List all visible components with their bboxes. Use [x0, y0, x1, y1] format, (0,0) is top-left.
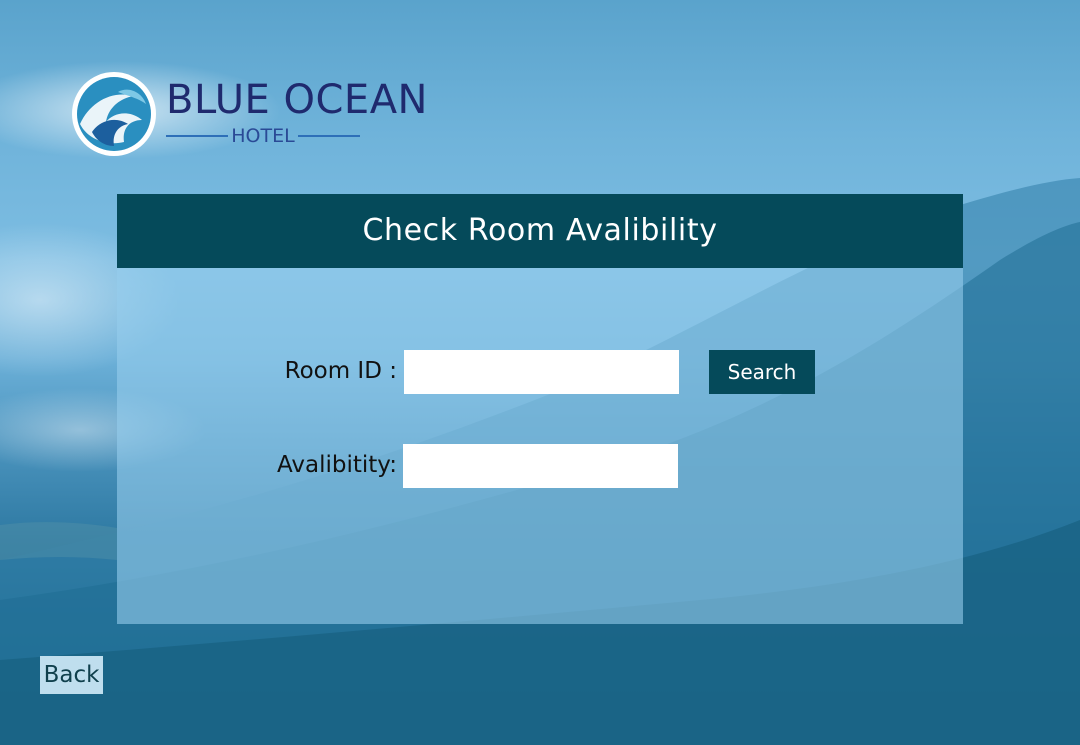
brand-subtitle-row: HOTEL: [166, 124, 360, 148]
availability-label: Avalibitity:: [277, 452, 397, 478]
brand-divider-right: [298, 135, 360, 137]
hotel-logo: BLUE OCEAN HOTEL: [72, 72, 452, 162]
room-availability-panel: Check Room Avalibility Room ID : Search …: [117, 194, 963, 624]
brand-name: BLUE OCEAN: [166, 77, 428, 123]
room-id-input[interactable]: [404, 350, 679, 394]
search-button[interactable]: Search: [709, 350, 815, 394]
back-button[interactable]: Back: [40, 656, 103, 694]
room-id-label: Room ID :: [284, 358, 397, 384]
panel-title: Check Room Avalibility: [117, 194, 963, 268]
availability-field[interactable]: [403, 444, 678, 488]
wave-logo-icon: [72, 72, 156, 156]
